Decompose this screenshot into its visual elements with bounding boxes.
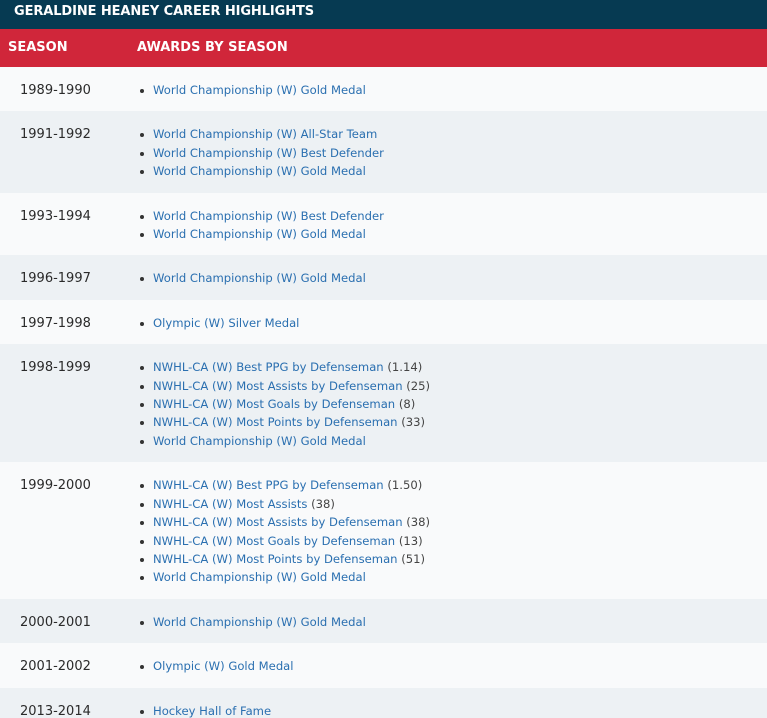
awards-list: NWHL-CA (W) Best PPG by Defenseman (1.50… (137, 474, 767, 588)
award-link[interactable]: World Championship (W) Gold Medal (153, 227, 366, 241)
season-cell: 1993-1994 (20, 208, 91, 224)
awards-list: Olympic (W) Gold Medal (137, 655, 767, 677)
award-link[interactable]: World Championship (W) Gold Medal (153, 570, 366, 584)
awards-list: World Championship (W) Gold Medal (137, 611, 767, 633)
award-link[interactable]: NWHL-CA (W) Most Points by Defenseman (153, 552, 398, 566)
award-value: (13) (398, 533, 423, 548)
award-value: (38) (406, 515, 431, 530)
season-cell: 1996-1997 (20, 271, 91, 287)
highlights-table-body: 1989-1990 World Championship (W) Gold Med… (0, 67, 767, 718)
award-link[interactable]: World Championship (W) Gold Medal (153, 615, 366, 629)
award-link[interactable]: NWHL-CA (W) Most Assists (153, 497, 307, 511)
award-item: World Championship (W) Gold Medal (137, 223, 767, 245)
award-link[interactable]: NWHL-CA (W) Most Goals by Defenseman (153, 397, 395, 411)
award-value: (8) (398, 397, 416, 412)
table-row: 1997-1998 Olympic (W) Silver Medal (0, 299, 767, 345)
awards-list: Hockey Hall of Fame (137, 700, 767, 718)
table-row: 2001-2002 Olympic (W) Gold Medal (0, 643, 767, 688)
column-header-season: SEASON (8, 40, 68, 55)
awards-list: World Championship (W) Best Defender Worl… (137, 205, 767, 246)
award-link[interactable]: NWHL-CA (W) Most Goals by Defenseman (153, 534, 395, 548)
award-link[interactable]: World Championship (W) Gold Medal (153, 83, 366, 97)
awards-list: Olympic (W) Silver Medal (137, 312, 767, 334)
awards-list: World Championship (W) Gold Medal (137, 79, 767, 101)
award-value: (1.14) (387, 360, 423, 375)
award-item: Hockey Hall of Fame (137, 700, 767, 718)
table-row: 1991-1992 World Championship (W) All-Star… (0, 111, 767, 193)
award-value: (51) (401, 551, 426, 566)
season-cell: 1997-1998 (20, 315, 91, 331)
season-cell: 2000-2001 (20, 614, 91, 630)
table-row: 1996-1997 World Championship (W) Gold Med… (0, 255, 767, 300)
award-value: (33) (401, 415, 426, 430)
award-value: (1.50) (387, 478, 423, 493)
award-item: World Championship (W) Gold Medal (137, 267, 767, 289)
award-link[interactable]: NWHL-CA (W) Most Assists by Defenseman (153, 379, 403, 393)
award-item: World Championship (W) Gold Medal (137, 79, 767, 101)
award-value: (38) (311, 496, 335, 511)
award-link[interactable]: World Championship (W) Gold Medal (153, 164, 366, 178)
award-item: Olympic (W) Gold Medal (137, 655, 767, 677)
awards-list: World Championship (W) Gold Medal (137, 267, 767, 289)
award-value: (25) (406, 378, 431, 393)
award-link[interactable]: World Championship (W) Best Defender (153, 146, 384, 160)
page-title: GERALDINE HEANEY CAREER HIGHLIGHTS (0, 0, 767, 29)
season-cell: 1989-1990 (20, 83, 91, 98)
award-link[interactable]: NWHL-CA (W) Most Points by Defenseman (153, 415, 398, 429)
award-link[interactable]: Hockey Hall of Fame (153, 704, 271, 718)
table-row: 1993-1994 World Championship (W) Best Def… (0, 192, 767, 256)
award-link[interactable]: World Championship (W) Gold Medal (153, 271, 366, 285)
column-header-awards: AWARDS BY SEASON (137, 40, 288, 55)
season-cell: 1991-1992 (20, 127, 91, 143)
awards-list: World Championship (W) All-Star Team Worl… (137, 123, 767, 182)
award-link[interactable]: Olympic (W) Gold Medal (153, 659, 294, 673)
award-link[interactable]: NWHL-CA (W) Most Assists by Defenseman (153, 515, 403, 529)
award-link[interactable]: World Championship (W) Best Defender (153, 209, 384, 223)
season-cell: 1998-1999 (20, 360, 91, 376)
table-row: 1999-2000 NWHL-CA (W) Best PPG by Defense… (0, 462, 767, 599)
award-link[interactable]: World Championship (W) All-Star Team (153, 127, 377, 141)
award-item: Olympic (W) Silver Medal (137, 312, 767, 334)
award-item: World Championship (W) Gold Medal (137, 611, 767, 633)
season-cell: 2001-2002 (20, 659, 91, 675)
award-link[interactable]: Olympic (W) Silver Medal (153, 316, 299, 330)
award-item: World Championship (W) Gold Medal (137, 566, 767, 588)
season-cell: 1999-2000 (20, 478, 91, 494)
awards-list: NWHL-CA (W) Best PPG by Defenseman (1.14… (137, 356, 767, 452)
award-link[interactable]: NWHL-CA (W) Best PPG by Defenseman (153, 360, 384, 374)
award-link[interactable]: NWHL-CA (W) Best PPG by Defenseman (153, 478, 384, 492)
table-row: 2013-2014 Hockey Hall of Fame (0, 687, 767, 718)
award-item: World Championship (W) Gold Medal (137, 160, 767, 182)
award-link[interactable]: World Championship (W) Gold Medal (153, 434, 366, 448)
table-row: 2000-2001 World Championship (W) Gold Med… (0, 598, 767, 644)
award-item: World Championship (W) Gold Medal (137, 430, 767, 452)
table-row: 1998-1999 NWHL-CA (W) Best PPG by Defense… (0, 344, 767, 463)
season-cell: 2013-2014 (20, 703, 91, 718)
table-row: 1989-1990 World Championship (W) Gold Med… (0, 67, 767, 112)
table-header: SEASON AWARDS BY SEASON (0, 29, 767, 67)
